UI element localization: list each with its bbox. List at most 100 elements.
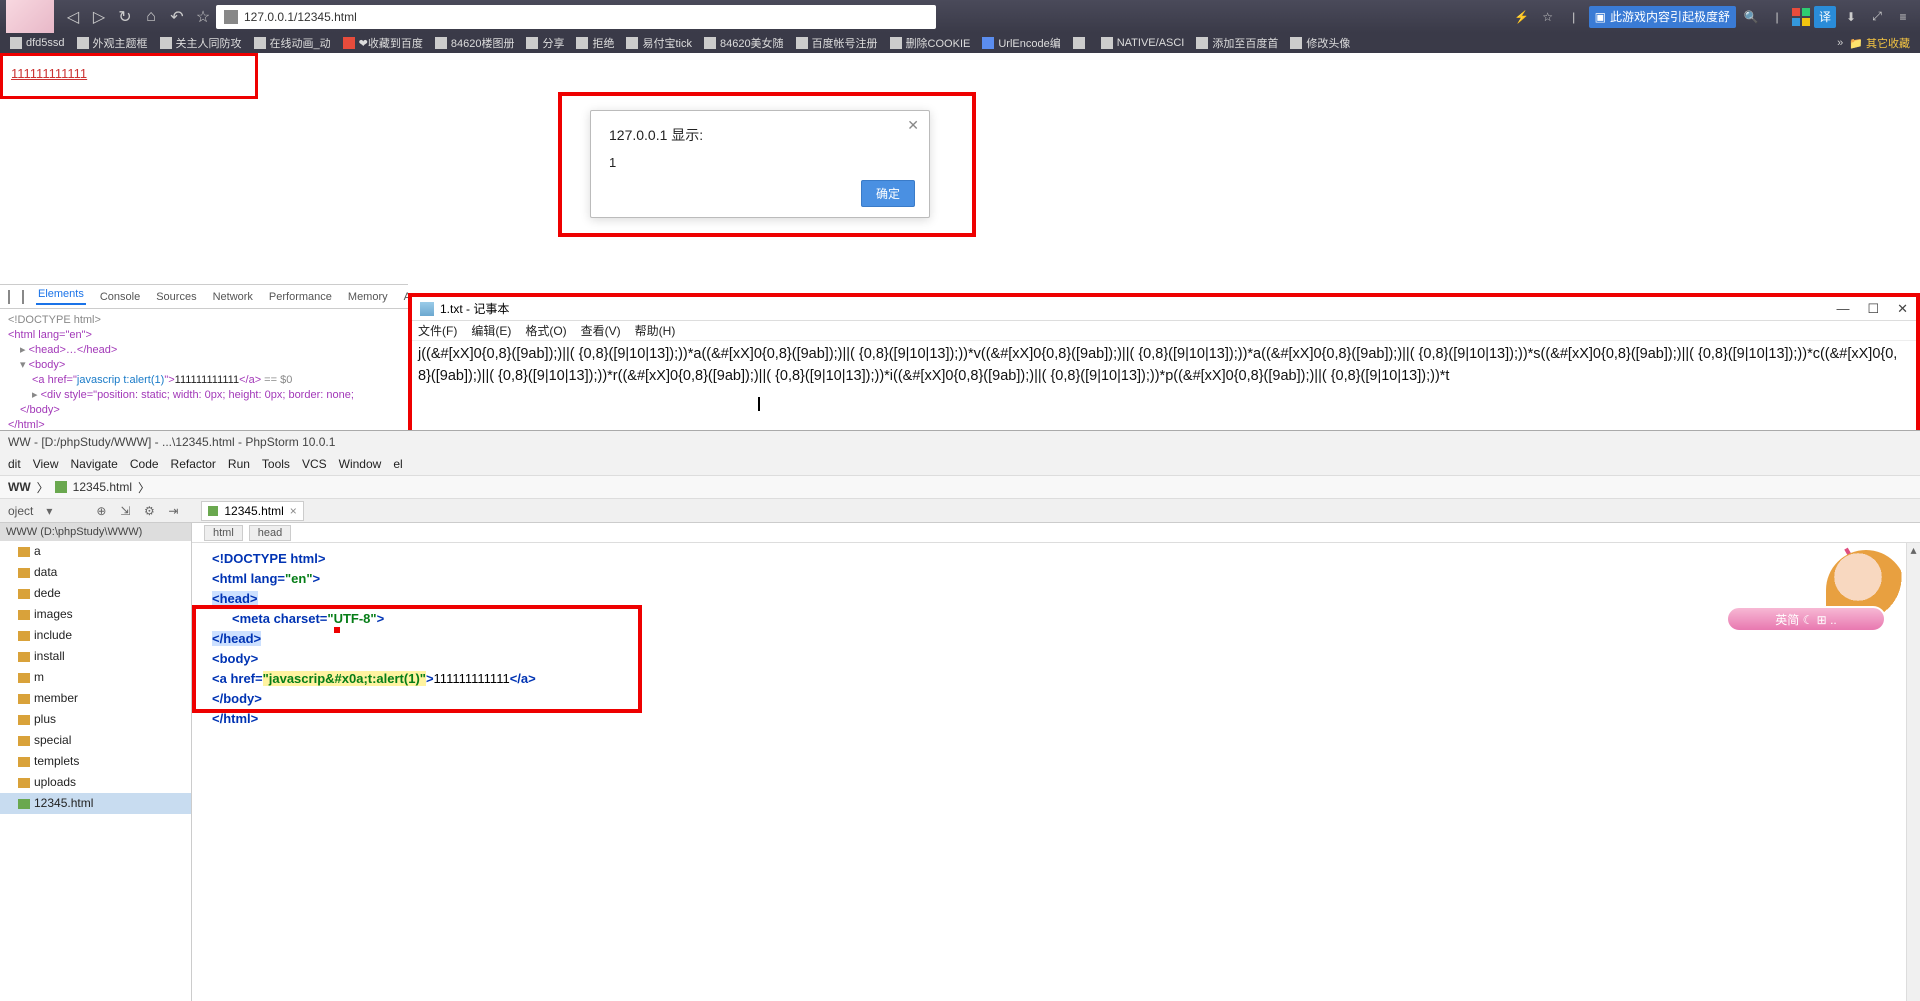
tree-folder[interactable]: member: [0, 688, 191, 709]
maximize-button[interactable]: ☐: [1867, 301, 1879, 317]
phpstorm-menubar: dit View Navigate Code Refactor Run Tool…: [0, 453, 1920, 475]
dropdown-icon[interactable]: ▾: [41, 503, 57, 519]
browser-toolbar: ◁ ▷ ↻ ⌂ ↶ ☆ 127.0.0.1/12345.html ⚡ ☆ | ▣…: [0, 0, 1920, 33]
minimize-button[interactable]: —: [1836, 301, 1849, 317]
breadcrumb: WW 〉 12345.html 〉: [0, 475, 1920, 499]
code-editor[interactable]: html head <!DOCTYPE html> <html lang="en…: [192, 523, 1920, 1001]
bookmark-item[interactable]: ❤收藏到百度: [337, 35, 429, 51]
tree-folder[interactable]: a: [0, 541, 191, 562]
collapse-icon[interactable]: ⇲: [117, 503, 133, 519]
undo-button[interactable]: ↶: [164, 4, 190, 30]
promo-badge[interactable]: ▣此游戏内容引起极度舒: [1589, 6, 1736, 28]
bookmark-item[interactable]: UrlEncode编: [976, 35, 1066, 51]
forward-button[interactable]: ▷: [86, 4, 112, 30]
translate-icon[interactable]: 译: [1814, 6, 1836, 28]
bookmark-item[interactable]: 84620美女随: [698, 35, 790, 51]
tree-folder[interactable]: templets: [0, 751, 191, 772]
payload-link[interactable]: 111111111111: [11, 66, 87, 81]
alert-title: 127.0.0.1 显示:: [609, 125, 911, 145]
back-button[interactable]: ◁: [60, 4, 86, 30]
address-bar[interactable]: 127.0.0.1/12345.html: [216, 5, 936, 29]
flash-icon[interactable]: ⚡: [1511, 6, 1533, 28]
menu-view[interactable]: 查看(V): [581, 322, 621, 339]
tree-folder[interactable]: plus: [0, 709, 191, 730]
bookmark-item[interactable]: dfd5ssd: [4, 37, 71, 49]
bookmark-item[interactable]: 外观主题框: [71, 35, 154, 51]
tree-folder[interactable]: data: [0, 562, 191, 583]
tree-folder[interactable]: images: [0, 604, 191, 625]
tab-elements[interactable]: Elements: [36, 288, 86, 305]
menu-navigate[interactable]: Navigate: [70, 457, 117, 471]
tree-folder[interactable]: include: [0, 625, 191, 646]
bookmark-item[interactable]: 在线动画_动: [248, 35, 337, 51]
tree-root[interactable]: WWW (D:\phpStudy\WWW): [0, 523, 191, 541]
apps-icon[interactable]: [1792, 8, 1810, 26]
bookmark-item[interactable]: 百度帐号注册: [790, 35, 884, 51]
bookmark-item[interactable]: NATIVE/ASCI: [1095, 37, 1191, 49]
menu-edit[interactable]: 编辑(E): [471, 322, 511, 339]
favorite-button[interactable]: ☆: [190, 4, 216, 30]
tree-folder[interactable]: special: [0, 730, 191, 751]
download-icon[interactable]: ⬇: [1840, 6, 1862, 28]
tree-folder[interactable]: uploads: [0, 772, 191, 793]
menu-edit[interactable]: dit: [8, 457, 21, 471]
ok-button[interactable]: 确定: [861, 180, 915, 207]
scrollbar[interactable]: ▴: [1906, 543, 1920, 1001]
page-icon: [224, 10, 238, 24]
notepad-titlebar[interactable]: 1.txt - 记事本 — ☐ ✕: [412, 297, 1916, 321]
tab-sources[interactable]: Sources: [154, 291, 198, 303]
close-tab-icon[interactable]: ×: [290, 504, 297, 518]
tree-folder[interactable]: dede: [0, 583, 191, 604]
menu-vcs[interactable]: VCS: [302, 457, 327, 471]
bookmark-item[interactable]: 拒绝: [570, 35, 620, 51]
menu-format[interactable]: 格式(O): [525, 322, 566, 339]
search-icon[interactable]: 🔍: [1740, 6, 1762, 28]
bookmark-item[interactable]: 分享: [520, 35, 570, 51]
menu-icon[interactable]: ≡: [1892, 6, 1914, 28]
sep2: |: [1766, 6, 1788, 28]
tree-folder[interactable]: m: [0, 667, 191, 688]
tab-memory[interactable]: Memory: [346, 291, 390, 303]
editor-tab[interactable]: 12345.html ×: [201, 501, 303, 521]
annotation-box-alert: ✕ 127.0.0.1 显示: 1 确定: [558, 92, 976, 237]
home-button[interactable]: ⌂: [138, 4, 164, 30]
menu-window[interactable]: Window: [339, 457, 382, 471]
reload-button[interactable]: ↻: [112, 4, 138, 30]
menu-file[interactable]: 文件(F): [418, 322, 457, 339]
menu-refactor[interactable]: Refactor: [171, 457, 216, 471]
bookmark-item[interactable]: 添加至百度首: [1190, 35, 1284, 51]
device-icon[interactable]: [22, 290, 24, 304]
phpstorm-title: WW - [D:/phpStudy/WWW] - ...\12345.html …: [0, 431, 1920, 453]
hide-icon[interactable]: ⇥: [165, 503, 181, 519]
file-icon: [208, 506, 218, 516]
expand-icon[interactable]: ⤢: [1866, 6, 1888, 28]
menu-code[interactable]: Code: [130, 457, 159, 471]
menu-help[interactable]: el: [393, 457, 402, 471]
inspect-icon[interactable]: [8, 290, 10, 304]
tab-performance[interactable]: Performance: [267, 291, 334, 303]
menu-help[interactable]: 帮助(H): [635, 322, 676, 339]
bookmark-folder[interactable]: 其它收藏: [1843, 35, 1916, 51]
scroll-up-icon[interactable]: ▴: [1907, 543, 1920, 557]
star-icon[interactable]: ☆: [1537, 6, 1559, 28]
bookmark-item[interactable]: 修改头像: [1284, 35, 1356, 51]
tree-file[interactable]: 12345.html: [0, 793, 191, 814]
menu-run[interactable]: Run: [228, 457, 250, 471]
bookmark-item[interactable]: 删除COOKIE: [884, 35, 977, 51]
bookmark-item[interactable]: 易付宝tick: [620, 35, 698, 51]
bookmark-item[interactable]: 关主人同防攻: [154, 35, 248, 51]
bookmark-item[interactable]: 84620楼图册: [429, 35, 521, 51]
close-button[interactable]: ✕: [1897, 301, 1908, 317]
bookmark-item[interactable]: [1067, 37, 1095, 49]
dom-tree[interactable]: <!DOCTYPE html> <html lang="en"> ▸ <head…: [0, 309, 408, 437]
tab-network[interactable]: Network: [211, 291, 255, 303]
menu-tools[interactable]: Tools: [262, 457, 290, 471]
tree-folder[interactable]: install: [0, 646, 191, 667]
alert-message: 1: [609, 155, 911, 170]
close-icon[interactable]: ✕: [907, 117, 919, 134]
menu-view[interactable]: View: [33, 457, 59, 471]
sep: |: [1563, 6, 1585, 28]
target-icon[interactable]: ⊕: [93, 503, 109, 519]
gear-icon[interactable]: ⚙: [141, 503, 157, 519]
tab-console[interactable]: Console: [98, 291, 142, 303]
